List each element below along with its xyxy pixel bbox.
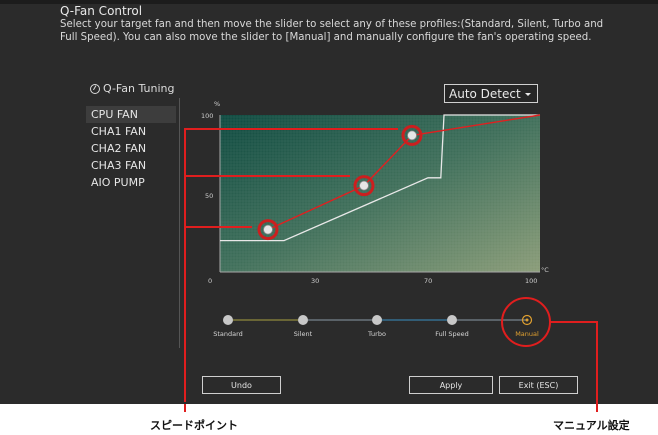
profile-label-full-speed: Full Speed	[435, 330, 469, 338]
profile-dot-manual-center	[525, 318, 529, 322]
manual-callout-label: マニュアル設定	[553, 419, 630, 432]
profile-label-standard: Standard	[213, 330, 243, 338]
speed-point-handle[interactable]	[263, 224, 273, 235]
exit-button[interactable]: Exit (ESC)	[499, 376, 578, 394]
speed-point-callout-label: スピードポイント	[150, 419, 238, 432]
fan-curve-chart	[184, 114, 598, 404]
profile-dot-turbo[interactable]	[372, 315, 382, 325]
profile-label-manual: Manual	[515, 330, 539, 338]
speed-point-handle[interactable]	[407, 130, 417, 141]
profile-dot-full-speed[interactable]	[447, 315, 457, 325]
speed-point-handle[interactable]	[359, 180, 369, 191]
undo-button[interactable]: Undo	[202, 376, 281, 394]
apply-button[interactable]: Apply	[409, 376, 493, 394]
qfan-control-panel: Q-Fan Control Select your target fan and…	[0, 0, 658, 404]
profile-dot-silent[interactable]	[298, 315, 308, 325]
chart-grid	[220, 115, 540, 272]
profile-label-turbo: Turbo	[368, 330, 386, 338]
profile-dot-standard[interactable]	[223, 315, 233, 325]
profile-label-silent: Silent	[293, 330, 313, 338]
